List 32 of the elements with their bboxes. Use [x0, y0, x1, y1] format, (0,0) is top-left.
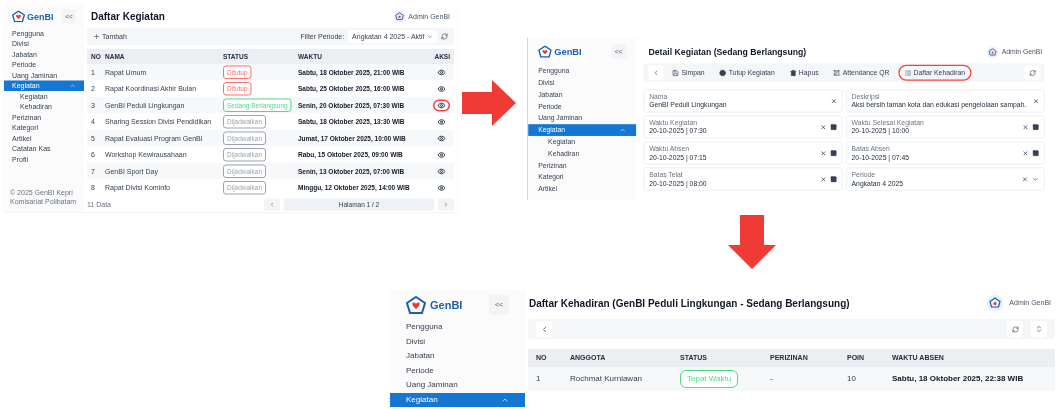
avatar-icon	[393, 10, 406, 23]
table-cell-text: Rochmat Kurniawan	[570, 373, 644, 385]
table-cell-text: 1	[536, 373, 542, 385]
page-title: Detail Kegiatan (Sedang Berlangsung)	[648, 45, 807, 59]
avatar-icon	[986, 46, 998, 58]
sidebar-item[interactable]: Divisi	[390, 334, 525, 349]
sort-icon	[1035, 325, 1043, 333]
sidebar-item[interactable]: Uang Jaminan	[390, 378, 525, 393]
octagon-icon	[719, 69, 727, 77]
logo-icon	[538, 45, 552, 58]
sidebar-item[interactable]: Kegiatan	[390, 392, 525, 407]
table-cell-text: Sabtu, 18 Oktober 2025, 22:38 WIB	[892, 373, 1025, 385]
trash-icon	[789, 69, 797, 77]
right-arrow	[462, 80, 516, 126]
down-arrow	[728, 215, 776, 269]
logo-text: GenBI	[554, 44, 582, 59]
refresh-icon	[1011, 325, 1019, 333]
table-cell-text: 10	[847, 373, 857, 385]
page-title: Daftar Kehadiran (GenBI Peduli Lingkungan - Sedang Berlangsung)	[529, 296, 850, 311]
logo-text: GenBI	[27, 10, 54, 24]
avatar-icon	[987, 295, 1004, 311]
logo-text: GenBI	[430, 297, 463, 313]
status-badge: Tepat Waktu	[680, 370, 739, 388]
sidebar-item[interactable]: Periode	[390, 363, 525, 378]
refresh-button[interactable]	[1007, 321, 1023, 337]
logo-icon	[12, 10, 25, 23]
sidebar-item[interactable]: Jabatan	[390, 349, 525, 364]
table-cell-text: -	[770, 373, 774, 385]
page-title: Daftar Kegiatan	[91, 10, 165, 24]
view-button[interactable]	[433, 99, 450, 112]
sidebar-item[interactable]: Pengguna	[390, 320, 525, 335]
logo-icon	[406, 296, 426, 314]
